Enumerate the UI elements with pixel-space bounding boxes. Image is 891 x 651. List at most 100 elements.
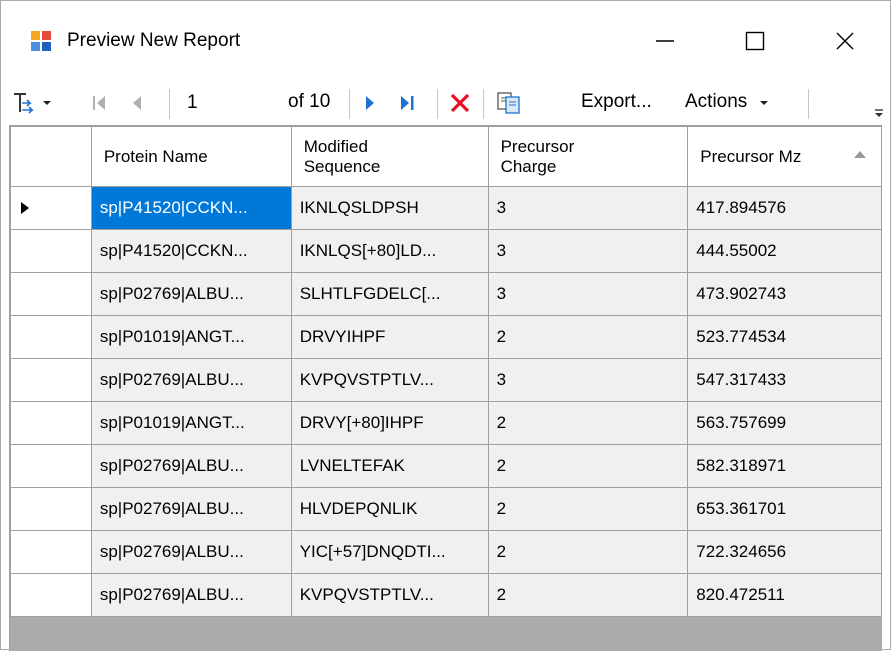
column-header-protein-name[interactable]: Protein Name xyxy=(90,126,292,187)
cell-precursor-charge[interactable]: 2 xyxy=(487,530,689,574)
title-bar: Preview New Report xyxy=(1,1,890,81)
current-page-input[interactable] xyxy=(179,88,279,118)
actions-label: Actions xyxy=(685,91,748,112)
cell-precursor-mz[interactable]: 523.774534 xyxy=(687,315,882,359)
cell-precursor-charge[interactable]: 2 xyxy=(487,444,689,488)
cell-protein-name[interactable]: sp|P02769|ALBU... xyxy=(90,444,292,488)
cell-modified-sequence[interactable]: KVPQVSTPTLV... xyxy=(290,358,489,402)
table-row[interactable]: sp|P02769|ALBU... SLHTLFGDELC[... 3 473.902… xyxy=(10,272,882,316)
cell-protein-name[interactable]: sp|P01019|ANGT... xyxy=(90,315,292,359)
cell-precursor-mz[interactable]: 444.55002 xyxy=(687,229,882,273)
cell-protein-name[interactable]: sp|P02769|ALBU... xyxy=(90,573,292,617)
table-row[interactable]: sp|P02769|ALBU... HLVDEPQNLIK 2 653.361701 xyxy=(10,487,882,531)
cell-protein-name[interactable]: sp|P02769|ALBU... xyxy=(90,272,292,316)
row-header[interactable] xyxy=(10,573,92,617)
cell-precursor-charge[interactable]: 2 xyxy=(487,315,689,359)
cell-protein-name[interactable]: sp|P41520|CCKN... xyxy=(90,229,292,273)
stop-rendering-button[interactable] xyxy=(445,89,475,117)
minimize-button[interactable] xyxy=(621,1,709,81)
row-header[interactable] xyxy=(10,358,92,402)
report-toolbar: of 10 Export... Actions xyxy=(1,81,890,125)
column-header-precursor-charge[interactable]: Precursor Charge xyxy=(487,126,689,187)
last-page-icon xyxy=(401,96,414,110)
cell-precursor-mz[interactable]: 563.757699 xyxy=(687,401,882,445)
cell-precursor-charge[interactable]: 2 xyxy=(487,573,689,617)
previous-page-icon xyxy=(133,96,141,110)
dropdown-arrow-icon xyxy=(43,101,51,105)
toolbar-separator xyxy=(437,89,438,119)
maximize-button[interactable] xyxy=(711,1,799,81)
table-row[interactable]: sp|P41520|CCKN... IKNLQS[+80]LD... 3 444.55… xyxy=(10,229,882,273)
row-header[interactable] xyxy=(10,229,92,273)
cell-protein-name[interactable]: sp|P02769|ALBU... xyxy=(90,530,292,574)
next-page-button[interactable] xyxy=(357,90,383,116)
cell-modified-sequence[interactable]: DRVY[+80]IHPF xyxy=(290,401,489,445)
row-header[interactable] xyxy=(10,401,92,445)
cell-precursor-charge[interactable]: 3 xyxy=(487,358,689,402)
previous-page-button[interactable] xyxy=(125,90,149,116)
toolbar-overflow-button[interactable] xyxy=(873,101,887,123)
table-row[interactable]: sp|P41520|CCKN... IKNLQSLDPSH 3 417.894576 xyxy=(10,186,882,230)
cell-precursor-mz[interactable]: 582.318971 xyxy=(687,444,882,488)
column-header-label: Precursor Charge xyxy=(500,136,575,176)
row-header-corner[interactable] xyxy=(10,126,92,187)
report-data-grid[interactable]: Protein Name Modified Sequence Precursor… xyxy=(9,125,882,651)
row-header[interactable] xyxy=(10,444,92,488)
cell-precursor-charge[interactable]: 3 xyxy=(487,186,689,230)
cell-modified-sequence[interactable]: YIC[+57]DNQDTI... xyxy=(290,530,489,574)
cell-precursor-mz[interactable]: 473.902743 xyxy=(687,272,882,316)
toolbar-separator xyxy=(808,89,809,119)
cell-precursor-mz[interactable]: 820.472511 xyxy=(687,573,882,617)
cell-protein-name[interactable]: sp|P02769|ALBU... xyxy=(90,358,292,402)
toolbar-separator xyxy=(349,89,350,119)
cell-precursor-mz[interactable]: 417.894576 xyxy=(687,186,882,230)
document-map-icon xyxy=(14,93,34,114)
table-row[interactable]: sp|P02769|ALBU... KVPQVSTPTLV... 3 547.3174… xyxy=(10,358,882,402)
toolbar-separator xyxy=(169,89,170,119)
first-page-button[interactable] xyxy=(87,90,111,116)
cell-protein-name[interactable]: sp|P01019|ANGT... xyxy=(90,401,292,445)
row-header[interactable] xyxy=(10,186,92,230)
cell-precursor-charge[interactable]: 2 xyxy=(487,401,689,445)
data-table: Protein Name Modified Sequence Precursor… xyxy=(10,126,882,617)
row-header[interactable] xyxy=(10,272,92,316)
table-row[interactable]: sp|P02769|ALBU... YIC[+57]DNQDTI... 2 722.3… xyxy=(10,530,882,574)
cell-precursor-charge[interactable]: 3 xyxy=(487,229,689,273)
cell-precursor-mz[interactable]: 653.361701 xyxy=(687,487,882,531)
cell-modified-sequence[interactable]: IKNLQSLDPSH xyxy=(290,186,489,230)
cell-modified-sequence[interactable]: IKNLQS[+80]LD... xyxy=(290,229,489,273)
overflow-chevron-icon xyxy=(875,109,883,117)
export-label[interactable]: Export... xyxy=(581,91,652,113)
cell-precursor-mz[interactable]: 722.324656 xyxy=(687,530,882,574)
window-title: Preview New Report xyxy=(67,30,241,51)
row-header[interactable] xyxy=(10,487,92,531)
cell-precursor-charge[interactable]: 2 xyxy=(487,487,689,531)
cell-precursor-charge[interactable]: 3 xyxy=(487,272,689,316)
table-row[interactable]: sp|P01019|ANGT... DRVYIHPF 2 523.774534 xyxy=(10,315,882,359)
cell-modified-sequence[interactable]: DRVYIHPF xyxy=(290,315,489,359)
table-row[interactable]: sp|P02769|ALBU... KVPQVSTPTLV... 2 820.4725… xyxy=(10,573,882,617)
last-page-button[interactable] xyxy=(393,90,423,116)
toolbar-separator xyxy=(483,89,484,119)
cell-modified-sequence[interactable]: HLVDEPQNLIK xyxy=(290,487,489,531)
report-preview-window: Preview New Report of xyxy=(0,0,891,651)
dropdown-arrow-icon xyxy=(759,101,768,105)
column-header-precursor-mz[interactable]: Precursor Mz xyxy=(687,126,882,187)
table-row[interactable]: sp|P01019|ANGT... DRVY[+80]IHPF 2 563.75769… xyxy=(10,401,882,445)
copy-icon xyxy=(497,92,520,114)
actions-menu-button[interactable]: Actions xyxy=(685,91,769,113)
close-button[interactable] xyxy=(801,1,889,81)
maximize-icon xyxy=(745,31,765,51)
cell-modified-sequence[interactable]: KVPQVSTPTLV... xyxy=(290,573,489,617)
cell-precursor-mz[interactable]: 547.317433 xyxy=(687,358,882,402)
document-map-button[interactable] xyxy=(9,90,55,116)
cell-modified-sequence[interactable]: LVNELTEFAK xyxy=(290,444,489,488)
cell-protein-name[interactable]: sp|P41520|CCKN... xyxy=(90,186,292,230)
next-page-icon xyxy=(366,96,374,110)
column-header-modified-sequence[interactable]: Modified Sequence xyxy=(290,126,489,187)
cell-modified-sequence[interactable]: SLHTLFGDELC[... xyxy=(290,272,489,316)
row-header[interactable] xyxy=(10,315,92,359)
table-row[interactable]: sp|P02769|ALBU... LVNELTEFAK 2 582.318971 xyxy=(10,444,882,488)
row-header[interactable] xyxy=(10,530,92,574)
cell-protein-name[interactable]: sp|P02769|ALBU... xyxy=(90,487,292,531)
